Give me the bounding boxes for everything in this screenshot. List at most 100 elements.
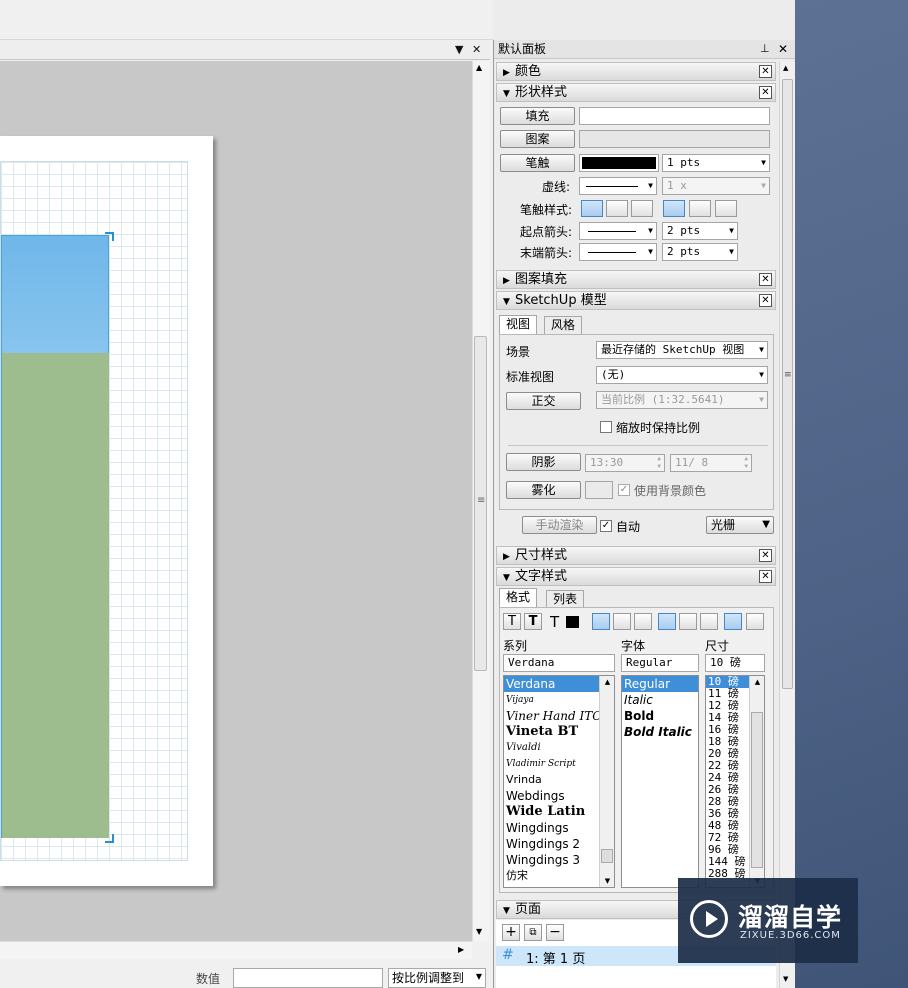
- section-sketchup-header[interactable]: ▼ SketchUp 模型 ✕: [496, 291, 776, 310]
- family-item[interactable]: Vineta BT: [504, 724, 614, 740]
- cap-style-3-button[interactable]: [631, 200, 653, 217]
- scroll-down-icon[interactable]: ▼: [783, 975, 788, 983]
- resize-handle-bottom-right[interactable]: [105, 834, 114, 843]
- scroll-up-icon[interactable]: ▲: [750, 678, 764, 686]
- font-style-list[interactable]: Regular Italic Bold Bold Italic: [621, 675, 699, 888]
- font-style-input[interactable]: Regular: [621, 654, 699, 672]
- valign-bottom-icon[interactable]: [700, 613, 718, 630]
- family-item[interactable]: Wingdings 3: [504, 852, 614, 868]
- stroke-button[interactable]: 笔触: [500, 154, 575, 172]
- align-right-icon[interactable]: [634, 613, 652, 630]
- family-list-scrollbar[interactable]: ▲ ▼: [599, 676, 614, 887]
- section-text-style-header[interactable]: ▼ 文字样式 ✕: [496, 567, 776, 586]
- close-icon[interactable]: ✕: [778, 40, 788, 58]
- scroll-up-icon[interactable]: ▲: [476, 63, 482, 72]
- chevron-down-icon[interactable]: ▼: [455, 40, 463, 60]
- wrap-icon[interactable]: [746, 613, 764, 630]
- join-style-3-button[interactable]: [715, 200, 737, 217]
- text-normal-icon[interactable]: T: [503, 613, 521, 630]
- family-item[interactable]: Vrinda: [504, 772, 614, 788]
- family-list[interactable]: Verdana Vijaya Viner Hand ITC Vineta BT …: [503, 675, 615, 888]
- horizontal-scrollbar[interactable]: ▶: [0, 941, 472, 959]
- family-item[interactable]: Verdana: [504, 676, 614, 692]
- cap-style-2-button[interactable]: [606, 200, 628, 217]
- add-page-icon[interactable]: +: [502, 924, 520, 941]
- family-item[interactable]: Vijaya: [504, 692, 614, 708]
- close-icon[interactable]: ✕: [759, 65, 772, 78]
- end-arrow-select[interactable]: ▼: [579, 243, 657, 261]
- size-list-scrollbar[interactable]: ▲ ▼: [749, 676, 764, 887]
- stroke-color-swatch[interactable]: [579, 154, 659, 172]
- close-icon[interactable]: ✕: [759, 86, 772, 99]
- size-list[interactable]: 10 磅 11 磅 12 磅 14 磅 16 磅 18 磅 20 磅 22 磅 …: [705, 675, 765, 888]
- standard-view-select[interactable]: (无) ▼: [596, 366, 768, 384]
- close-icon[interactable]: ✕: [472, 40, 481, 60]
- family-item[interactable]: Webdings: [504, 788, 614, 804]
- pattern-swatch[interactable]: [579, 130, 770, 148]
- remove-page-icon[interactable]: −: [546, 924, 564, 941]
- scroll-down-icon[interactable]: ▼: [600, 877, 614, 885]
- family-item[interactable]: Viner Hand ITC: [504, 708, 614, 724]
- resize-handle-top-right[interactable]: [105, 232, 114, 241]
- tab-format[interactable]: 格式: [499, 588, 538, 607]
- text-color-swatch[interactable]: [566, 616, 579, 628]
- align-center-icon[interactable]: [613, 613, 631, 630]
- font-style-item[interactable]: Bold: [622, 708, 698, 724]
- scroll-up-icon[interactable]: ▲: [783, 64, 788, 72]
- duplicate-page-icon[interactable]: ⧉: [524, 924, 542, 941]
- family-item[interactable]: Wingdings: [504, 820, 614, 836]
- start-arrow-select[interactable]: ▼: [579, 222, 657, 240]
- cap-style-1-button[interactable]: [581, 200, 603, 217]
- align-left-icon[interactable]: [592, 613, 610, 630]
- stroke-width-select[interactable]: 1 pts ▼: [662, 154, 770, 172]
- scroll-up-icon[interactable]: ▲: [600, 678, 614, 686]
- family-item[interactable]: 仿宋: [504, 868, 614, 884]
- family-item[interactable]: Wide Latin: [504, 804, 614, 820]
- scale-select[interactable]: 按比例调整到 ▼: [388, 968, 486, 988]
- panel-scrollbar[interactable]: ▲ ≡ ▼: [779, 61, 795, 988]
- scroll-right-icon[interactable]: ▶: [458, 945, 464, 954]
- font-style-item[interactable]: Italic: [622, 692, 698, 708]
- family-item[interactable]: Wingdings 2: [504, 836, 614, 852]
- shadow-button[interactable]: 阴影: [506, 453, 581, 471]
- text-color-icon[interactable]: T: [550, 613, 559, 631]
- section-shape-style-header[interactable]: ▼ 形状样式 ✕: [496, 83, 776, 102]
- valign-top-icon[interactable]: [658, 613, 676, 630]
- close-icon[interactable]: ✕: [759, 294, 772, 307]
- vertical-scrollbar[interactable]: ▲ ≡ ▼: [472, 61, 489, 941]
- family-input[interactable]: Verdana: [503, 654, 615, 672]
- font-style-item[interactable]: Regular: [622, 676, 698, 692]
- fill-button[interactable]: 填充: [500, 107, 575, 125]
- section-dimension-style-header[interactable]: ▶ 尺寸样式 ✕: [496, 546, 776, 565]
- dash-select[interactable]: ▼: [579, 177, 657, 195]
- drawing-canvas[interactable]: [0, 61, 472, 941]
- scrollbar-thumb[interactable]: [751, 712, 763, 868]
- size-input[interactable]: 10 磅: [705, 654, 765, 672]
- tab-style[interactable]: 风格: [544, 316, 583, 335]
- panel-scrollbar-thumb[interactable]: ≡: [782, 79, 793, 689]
- scroll-down-icon[interactable]: ▼: [476, 927, 482, 936]
- auto-render-checkbox[interactable]: ✓: [600, 520, 612, 532]
- scrollbar-thumb[interactable]: ≡: [474, 336, 487, 671]
- scrollbar-thumb[interactable]: [601, 849, 613, 863]
- fog-button[interactable]: 雾化: [506, 481, 581, 499]
- value-input[interactable]: [233, 968, 383, 988]
- family-item[interactable]: Vladimir Script: [504, 756, 614, 772]
- section-pattern-fill-header[interactable]: ▶ 图案填充 ✕: [496, 270, 776, 289]
- join-style-1-button[interactable]: [663, 200, 685, 217]
- keep-scale-checkbox[interactable]: [600, 421, 612, 433]
- close-icon[interactable]: ✕: [759, 273, 772, 286]
- start-arrow-size-select[interactable]: 2 pts ▼: [662, 222, 738, 240]
- section-color-header[interactable]: ▶ 颜色 ✕: [496, 62, 776, 81]
- family-item[interactable]: Vivaldi: [504, 740, 614, 756]
- sketchup-viewport[interactable]: [1, 235, 109, 838]
- close-icon[interactable]: ✕: [759, 549, 772, 562]
- pin-icon[interactable]: ⊥: [760, 40, 770, 58]
- fill-color-swatch[interactable]: [579, 107, 770, 125]
- tab-view[interactable]: 视图: [499, 315, 538, 334]
- anchor-icon[interactable]: [724, 613, 742, 630]
- join-style-2-button[interactable]: [689, 200, 711, 217]
- valign-middle-icon[interactable]: [679, 613, 697, 630]
- end-arrow-size-select[interactable]: 2 pts ▼: [662, 243, 738, 261]
- text-outline-icon[interactable]: T: [524, 613, 542, 630]
